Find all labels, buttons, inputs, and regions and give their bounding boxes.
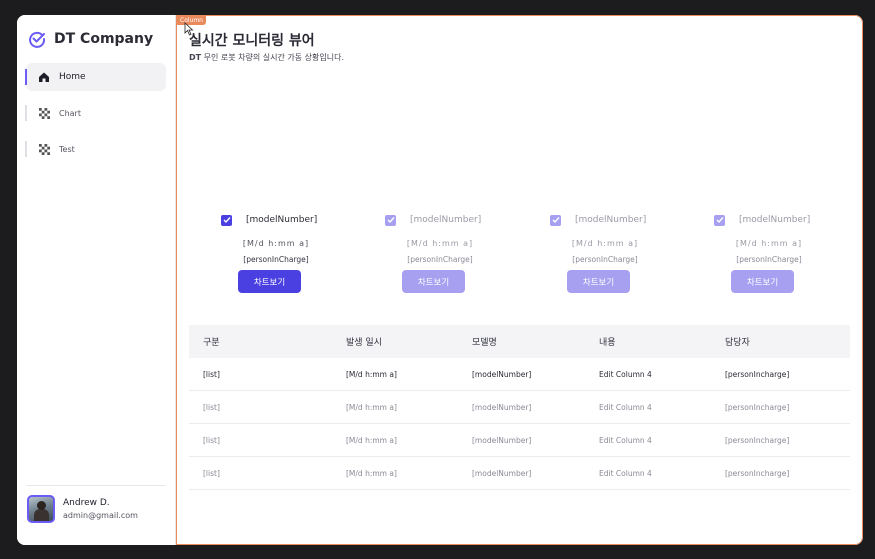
table-row[interactable]: [list] [M/d h:mm a] [modelNumber] Edit C… (189, 391, 850, 424)
view-chart-button[interactable]: 차트보기 (567, 270, 630, 293)
card-header: [modelNumber] (221, 212, 361, 228)
main-content: Column 실시간 모니터링 뷰어 DT 무인 로봇 차량의 실시간 가동 상… (176, 15, 863, 545)
table-row[interactable]: [list] [M/d h:mm a] [modelNumber] Edit C… (189, 358, 850, 391)
cell-content: Edit Column 4 (599, 468, 652, 478)
cell-model: [modelNumber] (472, 402, 532, 412)
nav-indicator (25, 105, 27, 121)
sidebar-item-label: Home (59, 72, 86, 82)
card-person: [personInCharge] (736, 255, 802, 264)
logo[interactable]: DT Company (27, 29, 153, 49)
card-model-number: [modelNumber] (739, 215, 811, 225)
logo-check-icon (29, 31, 46, 48)
check-icon (223, 217, 231, 224)
cell-person: [personIncharge] (725, 402, 790, 412)
card-person: [personInCharge] (407, 255, 473, 264)
cell-person: [personIncharge] (725, 369, 790, 379)
column-header-model[interactable]: 모델명 (458, 335, 585, 348)
cell-model: [modelNumber] (472, 369, 532, 379)
column-header-content[interactable]: 내용 (585, 335, 711, 348)
sidebar-item-home[interactable]: Home (25, 63, 166, 91)
card-header: [modelNumber] (550, 212, 690, 228)
cell-content: Edit Column 4 (599, 369, 652, 379)
card-person: [personInCharge] (243, 255, 309, 264)
sidebar-item-label: Chart (59, 108, 81, 118)
view-chart-button[interactable]: 차트보기 (731, 270, 794, 293)
sidebar-item-label: Test (59, 144, 75, 154)
chart-icon (38, 107, 50, 119)
subtitle-text: 무인 로봇 차량의 실시간 가동 상황입니다. (201, 53, 345, 62)
view-chart-button[interactable]: 차트보기 (402, 270, 465, 293)
nav-active-indicator (25, 69, 27, 85)
sidebar-nav: Home Chart Test (25, 63, 166, 171)
cell-category: [list] (203, 369, 220, 379)
page-subtitle: DT 무인 로봇 차량의 실시간 가동 상황입니다. (189, 52, 344, 63)
column-header-category[interactable]: 구분 (189, 335, 332, 348)
cell-datetime: [M/d h:mm a] (346, 468, 397, 478)
profile-info: Andrew D. admin@gmail.com (63, 498, 138, 520)
table-row[interactable]: [list] [M/d h:mm a] [modelNumber] Edit C… (189, 457, 850, 490)
cell-content: Edit Column 4 (599, 402, 652, 412)
table-header: 구분 발생 일시 모델명 내용 담당자 (189, 325, 850, 358)
column-header-person[interactable]: 담당자 (711, 335, 850, 348)
avatar[interactable] (27, 495, 55, 523)
card-datetime: [M/d h:mm a] (735, 239, 803, 248)
card-model-number: [modelNumber] (410, 215, 482, 225)
card-model-number: [modelNumber] (575, 215, 647, 225)
robot-cards: [modelNumber] [M/d h:mm a] [personInChar… (189, 212, 849, 307)
check-icon (552, 217, 560, 224)
home-icon (38, 71, 50, 83)
card-header: [modelNumber] (714, 212, 854, 228)
view-chart-button[interactable]: 차트보기 (238, 270, 301, 293)
profile-divider (27, 485, 165, 486)
card-model-number: [modelNumber] (246, 215, 318, 225)
table-row[interactable]: [list] [M/d h:mm a] [modelNumber] Edit C… (189, 424, 850, 457)
card-datetime: [M/d h:mm a] (571, 239, 639, 248)
test-icon (38, 143, 50, 155)
check-icon (716, 217, 724, 224)
cell-datetime: [M/d h:mm a] (346, 435, 397, 445)
card-header: [modelNumber] (385, 212, 525, 228)
event-table: 구분 발생 일시 모델명 내용 담당자 [list] [M/d h:mm a] … (189, 325, 850, 490)
nav-indicator (25, 141, 27, 157)
cell-category: [list] (203, 468, 220, 478)
column-header-datetime[interactable]: 발생 일시 (332, 335, 458, 348)
page-title: 실시간 모니터링 뷰어 (189, 33, 315, 49)
profile-name: Andrew D. (63, 498, 110, 508)
cell-content: Edit Column 4 (599, 435, 652, 445)
card-checkbox[interactable] (714, 214, 725, 226)
cell-model: [modelNumber] (472, 468, 532, 478)
check-icon (387, 217, 395, 224)
robot-card: [modelNumber] [M/d h:mm a] [personInChar… (714, 212, 854, 307)
user-profile[interactable]: Andrew D. admin@gmail.com (27, 495, 138, 523)
card-datetime: [M/d h:mm a] (242, 239, 310, 248)
card-checkbox[interactable] (221, 214, 232, 226)
card-datetime: [M/d h:mm a] (406, 239, 474, 248)
app-window: DT Company Home Chart Test Andrew D. adm… (17, 15, 863, 545)
card-checkbox[interactable] (385, 214, 396, 226)
sidebar: DT Company Home Chart Test Andrew D. adm… (17, 15, 176, 545)
cell-datetime: [M/d h:mm a] (346, 369, 397, 379)
robot-card: [modelNumber] [M/d h:mm a] [personInChar… (550, 212, 690, 307)
cell-datetime: [M/d h:mm a] (346, 402, 397, 412)
profile-email: admin@gmail.com (63, 511, 138, 520)
cell-model: [modelNumber] (472, 435, 532, 445)
sidebar-item-chart[interactable]: Chart (25, 99, 166, 127)
robot-card: [modelNumber] [M/d h:mm a] [personInChar… (385, 212, 525, 307)
cell-person: [personIncharge] (725, 468, 790, 478)
card-person: [personInCharge] (572, 255, 638, 264)
cell-category: [list] (203, 402, 220, 412)
robot-card: [modelNumber] [M/d h:mm a] [personInChar… (221, 212, 361, 307)
sidebar-item-test[interactable]: Test (25, 135, 166, 163)
company-name: DT Company (54, 31, 154, 47)
cell-category: [list] (203, 435, 220, 445)
subtitle-prefix: DT (189, 53, 202, 62)
card-checkbox[interactable] (550, 214, 561, 226)
cell-person: [personIncharge] (725, 435, 790, 445)
